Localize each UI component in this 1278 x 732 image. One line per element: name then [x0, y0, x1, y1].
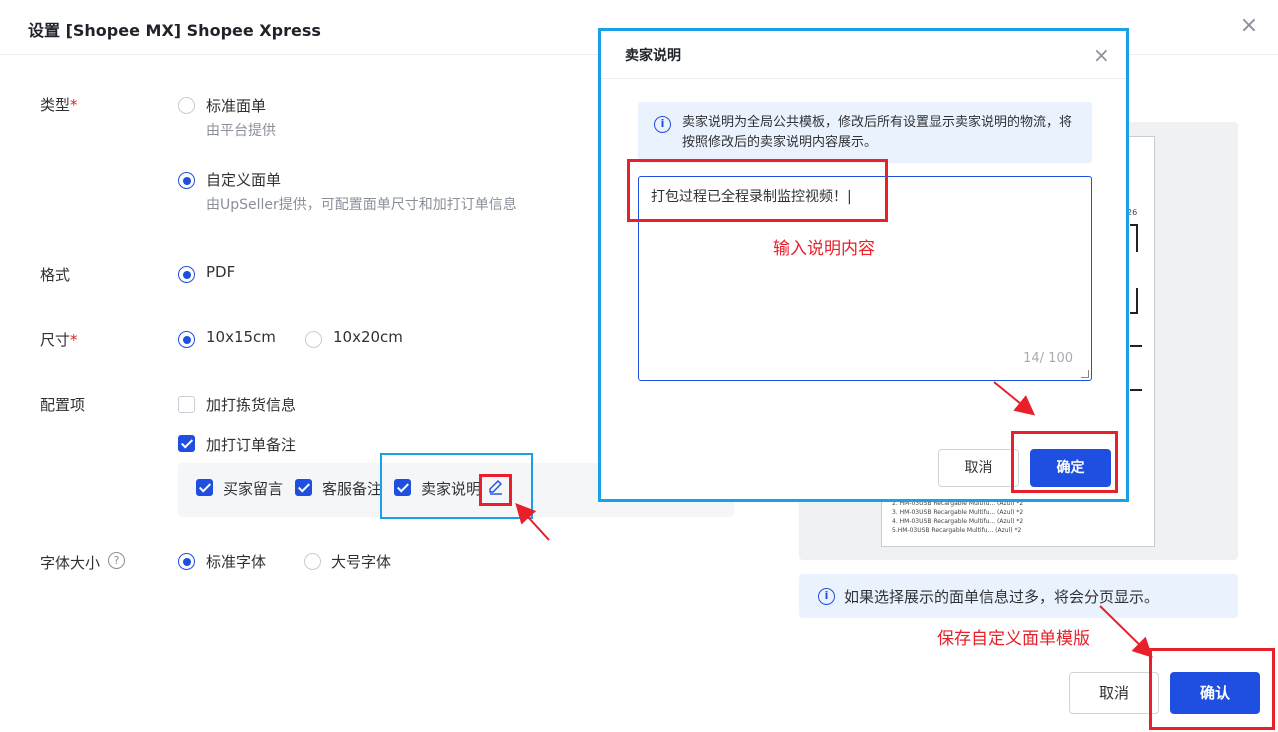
- modal-title: 卖家说明: [625, 48, 681, 64]
- cancel-button[interactable]: 取消: [1069, 672, 1159, 714]
- option-pdf-label: PDF: [206, 263, 236, 281]
- cs-note-label: 客服备注: [322, 480, 383, 498]
- pagination-info-bar: i 如果选择展示的面单信息过多，将会分页显示。: [799, 574, 1238, 618]
- order-note-label: 加打订单备注: [206, 436, 297, 454]
- radio-standard-label[interactable]: [178, 97, 195, 114]
- option-10x15-label: 10x15cm: [206, 328, 276, 346]
- preview-barcode-mark: [1130, 345, 1142, 347]
- modal-cancel-button[interactable]: 取消: [938, 449, 1019, 487]
- option-10x20-label: 10x20cm: [333, 328, 403, 346]
- font-size-label: 字体大小: [40, 554, 101, 572]
- dialog-title: 设置 [Shopee MX] Shopee Xpress: [28, 21, 321, 40]
- radio-custom-label[interactable]: [178, 172, 195, 189]
- buyer-message-label: 买家留言: [223, 480, 284, 498]
- modal-tip: i 卖家说明为全局公共模板，修改后所有设置显示卖家说明的物流，将按照修改后的卖家…: [638, 102, 1092, 163]
- annotation-box-input: [627, 159, 888, 222]
- checkbox-order-note[interactable]: [178, 435, 195, 452]
- standard-font-label: 标准字体: [206, 553, 267, 571]
- checkbox-cs-note[interactable]: [295, 479, 312, 496]
- help-icon[interactable]: ?: [108, 552, 125, 569]
- option-custom-label: 自定义面单: [206, 171, 282, 189]
- preview-barcode-mark: [1130, 224, 1138, 226]
- preview-barcode-mark: [1136, 288, 1138, 314]
- checkbox-buyer-message[interactable]: [196, 479, 213, 496]
- option-standard-desc: 由平台提供: [206, 123, 276, 139]
- annotation-input-hint: 输入说明内容: [773, 239, 875, 259]
- modal-header: 卖家说明 ×: [601, 31, 1126, 79]
- radio-standard-font[interactable]: [178, 553, 195, 570]
- annotation-box-confirm: [1149, 648, 1275, 730]
- annotation-box-ok: [1011, 431, 1118, 493]
- config-label: 配置项: [40, 396, 86, 414]
- close-icon[interactable]: ×: [1239, 15, 1259, 37]
- preview-item-line: 3. HM-03USB Recargable Multifu... (Azul)…: [892, 509, 1024, 516]
- radio-pdf[interactable]: [178, 266, 195, 283]
- char-count: 14/ 100: [1023, 351, 1073, 366]
- info-icon: i: [654, 116, 671, 133]
- radio-10x15[interactable]: [178, 331, 195, 348]
- resize-handle[interactable]: [1081, 370, 1089, 378]
- pick-info-label: 加打拣货信息: [206, 396, 297, 414]
- pagination-info-text: 如果选择展示的面单信息过多，将会分页显示。: [844, 588, 1160, 606]
- preview-barcode-mark: [1136, 224, 1138, 252]
- annotation-save-hint: 保存自定义面单模版: [937, 629, 1090, 649]
- annotation-box-edit: [479, 474, 512, 506]
- preview-item-line: 4. HM-03USB Recargable Multifu... (Azul)…: [892, 518, 1024, 525]
- radio-large-font[interactable]: [304, 553, 321, 570]
- type-label: 类型*: [40, 96, 78, 114]
- preview-item-line: 5.HM-03USB Recargable Multifu... (Azul) …: [892, 527, 1022, 534]
- modal-tip-text: 卖家说明为全局公共模板，修改后所有设置显示卖家说明的物流，将按照修改后的卖家说明…: [682, 115, 1073, 150]
- modal-close-icon[interactable]: ×: [1093, 43, 1110, 67]
- large-font-label: 大号字体: [331, 553, 392, 571]
- option-standard-label: 标准面单: [206, 97, 267, 115]
- radio-10x20[interactable]: [305, 331, 322, 348]
- checkbox-pick-info[interactable]: [178, 396, 195, 413]
- preview-barcode-mark: [1130, 312, 1138, 314]
- option-custom-desc: 由UpSeller提供，可配置面单尺寸和加打订单信息: [206, 197, 517, 213]
- info-icon: i: [818, 588, 835, 605]
- format-label: 格式: [40, 266, 71, 284]
- size-label: 尺寸*: [40, 331, 78, 349]
- preview-barcode-mark: [1130, 389, 1142, 391]
